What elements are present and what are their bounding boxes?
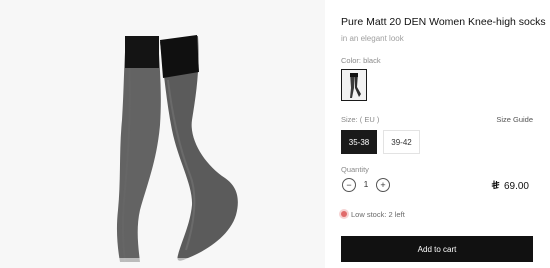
quantity-increase-button[interactable]: + [376, 178, 390, 192]
quantity-decrease-button[interactable]: − [342, 178, 356, 192]
size-label: Size: ( EU ) [341, 115, 380, 124]
price: 69.00 [491, 180, 529, 192]
knee-high-socks-illustration [0, 0, 325, 268]
add-to-cart-button[interactable]: Add to cart [341, 236, 533, 262]
size-option-35-38[interactable]: 35-38 [341, 130, 377, 154]
price-amount: 69.00 [503, 181, 529, 192]
size-guide-link[interactable]: Size Guide [496, 115, 533, 124]
color-swatch-black[interactable] [341, 69, 367, 101]
quantity-stepper: − 1 + 69.00 [341, 178, 533, 194]
low-stock-indicator-icon [341, 211, 347, 217]
product-subtitle: in an elegant look [341, 34, 404, 43]
product-title: Pure Matt 20 DEN Women Knee-high socks [341, 16, 546, 28]
quantity-label: Quantity [341, 165, 369, 174]
product-image [0, 0, 325, 268]
quantity-value: 1 [363, 179, 369, 189]
stock-text: Low stock: 2 left [351, 210, 405, 219]
product-details: Pure Matt 20 DEN Women Knee-high socks i… [341, 0, 546, 268]
sock-thumbnail-icon [342, 70, 366, 100]
saudi-riyal-icon [491, 180, 500, 190]
color-label: Color: black [341, 56, 381, 65]
size-option-39-42[interactable]: 39-42 [383, 130, 420, 154]
stock-status: Low stock: 2 left [341, 210, 405, 219]
